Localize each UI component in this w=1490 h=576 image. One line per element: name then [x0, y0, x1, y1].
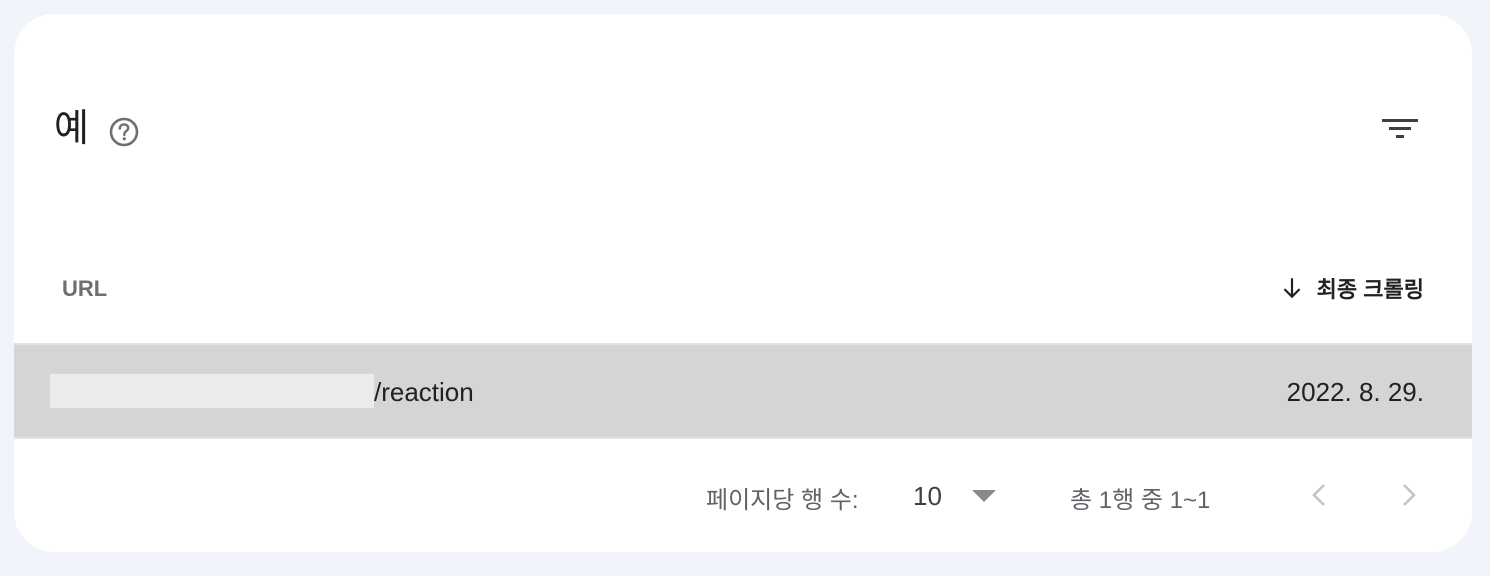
arrow-down-icon	[1283, 278, 1301, 299]
column-header-last-crawled[interactable]: 최종 크롤링	[1279, 272, 1424, 304]
row-last-crawled: 2022. 8. 29.	[1286, 377, 1424, 407]
rows-per-page-label: 페이지당 행 수:	[706, 487, 859, 514]
help-circle-icon[interactable]	[108, 116, 140, 148]
pagination-range: 총 1행 중 1~1	[1070, 487, 1211, 514]
column-header-last-crawled-label: 최종 크롤링	[1316, 277, 1424, 302]
rows-per-page-select[interactable]: 10	[910, 476, 1006, 516]
next-page-button[interactable]	[1388, 476, 1428, 516]
rows-per-page-value: 10	[913, 481, 942, 511]
column-header-url[interactable]: URL	[62, 276, 107, 302]
row-url: /reaction	[374, 377, 474, 407]
filter-icon	[1382, 119, 1418, 138]
dropdown-arrow-icon	[972, 490, 996, 502]
table-row[interactable]: /reaction 2022. 8. 29.	[14, 343, 1472, 439]
redacted-domain	[50, 374, 374, 408]
chevron-left-icon	[1312, 484, 1325, 506]
card-title: 예	[54, 108, 89, 150]
examples-card: 예 URL 최종 크롤링 /reaction 2022. 8. 29. 페이지당…	[14, 14, 1472, 552]
filter-button[interactable]	[1376, 106, 1424, 154]
previous-page-button[interactable]	[1300, 476, 1340, 516]
chevron-right-icon	[1403, 484, 1416, 506]
